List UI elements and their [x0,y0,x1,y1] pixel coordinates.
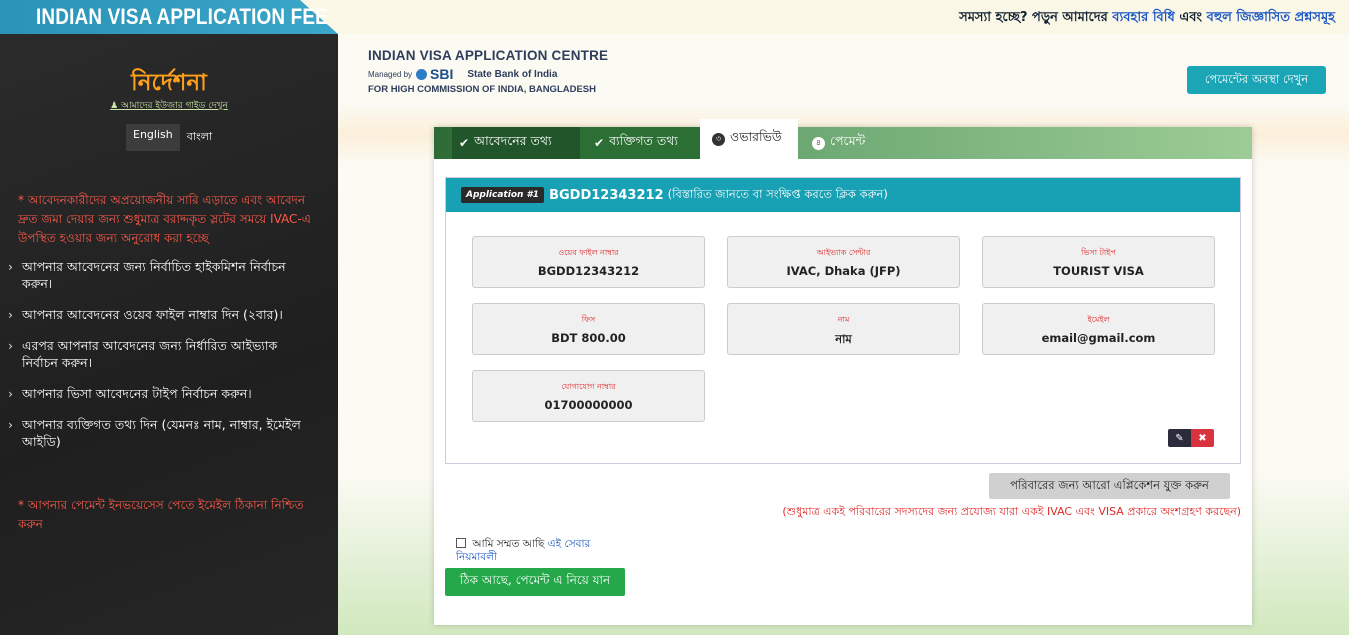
application-header[interactable]: Application #1 BGDD12343212 (বিস্তারিত জ… [446,178,1240,212]
chevron-right-icon: › [8,307,13,322]
lang-english-button[interactable]: English [126,124,180,151]
terms-agreement: আমি সম্মত আছি এই সেবার নিয়মাবলী [456,538,606,564]
field-email: ইমেইল email@gmail.com [982,303,1215,355]
field-web-file: ওয়েব ফাইল নাম্বার BGDD12343212 [472,236,705,288]
tab-personal-info[interactable]: ✔ ব্যক্তিগত তথ্য [580,127,700,159]
tab-application-info[interactable]: ✔ আবেদনের তথ্য [452,127,580,159]
close-icon: ✖ [1198,432,1207,444]
chevron-right-icon: › [8,338,13,353]
help-prefix: সমস্যা হচ্ছে? পড়ুন আমাদের [959,10,1108,25]
check-icon: ✔ [459,136,470,150]
chevron-right-icon: › [8,417,13,432]
step-tabs: ✔ আবেদনের তথ্য ✔ ব্যক্তিগত তথ্য ৩ ওভারভি… [434,119,1252,159]
sidebar-note-top: * আবেদনকারীদের অপ্রয়োজনীয় সারি এড়াতে … [18,193,311,245]
add-family-application-button[interactable]: পরিবারের জন্য আরো এপ্লিকেশন যুক্ত করুন [989,473,1230,499]
application-hint: (বিস্তারিত জানতে বা সংক্ষিপ্ত করতে ক্লিক… [667,186,888,201]
main-area: INDIAN VISA APPLICATION CENTRE Managed b… [338,34,1349,635]
terms-checkbox[interactable] [456,538,466,548]
ivac-logo: INDIAN VISA APPLICATION CENTRE Managed b… [368,48,609,95]
chevron-right-icon: › [8,259,13,274]
instruction-step: › এরপর আপনার আবেদনের জন্য নির্ধারিত আইভ্য… [8,338,278,370]
tab-payment[interactable]: ৪ পেমেন্ট [808,127,918,159]
user-guide-label: আমাদের ইউজার গাইড দেখুন [121,101,228,111]
help-and: এবং [1179,10,1203,25]
tab-overview[interactable]: ৩ ওভারভিউ [700,119,798,159]
application-id: BGDD12343212 [549,187,664,203]
faq-link[interactable]: বহুল জিজ্ঞাসিত প্রশ্নসমূহ [1207,10,1335,25]
top-bar: INDIAN VISA APPLICATION FEE সমস্যা হচ্ছে… [0,0,1349,34]
instruction-step: › আপনার আবেদনের জন্য নির্বাচিত হাইকমিশন ন… [8,259,286,291]
instructions-sidebar: নির্দেশনা ♟ আমাদের ইউজার গাইড দেখুন Engl… [0,34,338,635]
help-line: সমস্যা হচ্ছে? পড়ুন আমাদের ব্যবহার বিধি … [959,8,1335,29]
instruction-step: › আপনার ব্যক্তিগত তথ্য দিন (যেমনঃ নাম, না… [8,417,301,449]
sbi-logo-icon [416,68,428,80]
step-number-badge: ৩ [712,132,725,146]
family-note: (শুধুমাত্র একই পরিবারের সদস্যদের জন্য প্… [782,505,1241,518]
field-fee: ফিস BDT 800.00 [472,303,705,355]
user-guide-link[interactable]: ♟ আমাদের ইউজার গাইড দেখুন [0,98,338,113]
chevron-right-icon: › [8,386,13,401]
instruction-steps: › আপনার আবেদনের জন্য নির্বাচিত হাইকমিশন ন… [8,258,313,464]
pencil-icon: ✎ [1175,432,1184,444]
field-name: নাম নাম [727,303,960,355]
sidebar-note-bottom: * আপনার পেমেন্ট ইনভয়েসেস পেতে ইমেইল ঠিক… [18,498,304,531]
delete-button[interactable]: ✖ [1191,429,1214,447]
payment-status-button[interactable]: পেমেন্টের অবস্থা দেখুন [1187,66,1326,94]
usage-rules-link[interactable]: ব্যবহার বিধি [1112,10,1174,25]
check-icon: ✔ [594,136,605,150]
proceed-to-payment-button[interactable]: ঠিক আছে, পেমেন্ট এ নিয়ে যান [445,568,625,596]
field-ivac-center: আইভ্যাক সেন্টার IVAC, Dhaka (JFP) [727,236,960,288]
application-card: ✔ আবেদনের তথ্য ✔ ব্যক্তিগত তথ্য ৩ ওভারভি… [434,119,1252,625]
field-visa-type: ভিসা টাইপ TOURIST VISA [982,236,1215,288]
application-badge: Application #1 [461,187,545,203]
edit-button[interactable]: ✎ [1168,429,1191,447]
lang-bangla-button[interactable]: বাংলা [180,124,219,151]
language-switch: English বাংলা [126,124,219,151]
application-panel: Application #1 BGDD12343212 (বিস্তারিত জ… [445,177,1241,464]
field-phone: যোগাযোগ নাম্বার 01700000000 [472,370,705,422]
step-number-badge: ৪ [812,136,825,150]
user-icon: ♟ [110,101,119,111]
row-actions: ✎ ✖ [1168,429,1214,447]
instruction-step: › আপনার ভিসা আবেদনের টাইপ নির্বাচন করুন। [8,386,252,401]
terms-label: আমি সম্মত আছি [472,538,545,550]
brand-title: INDIAN VISA APPLICATION FEE [36,4,328,29]
instruction-step: › আপনার আবেদনের ওয়েব ফাইল নাম্বার দিন (২… [8,307,283,322]
